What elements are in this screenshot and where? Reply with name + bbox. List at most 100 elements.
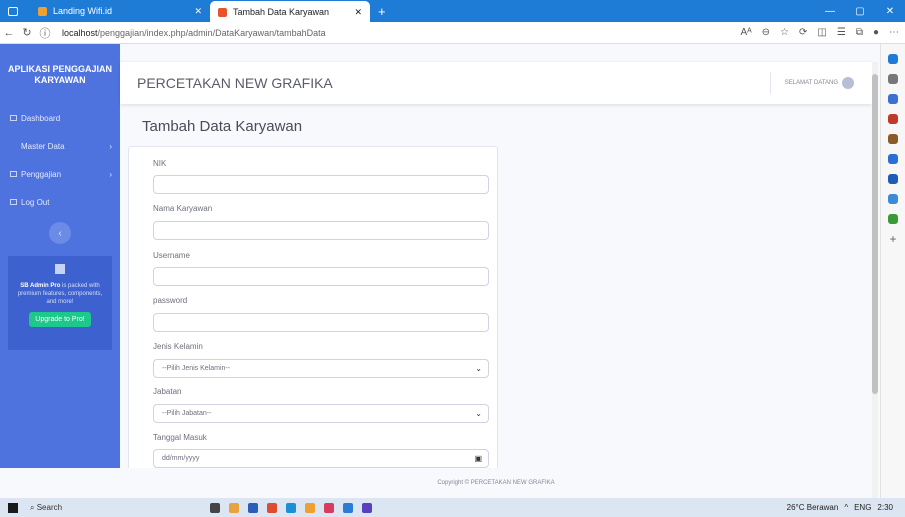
refresh-button[interactable]: ↻: [18, 26, 36, 39]
password-label: password: [153, 296, 188, 305]
sidebar-item-penggajian[interactable]: Penggajian ›: [0, 160, 120, 188]
jenis-kelamin-select[interactable]: --Pilih Jenis Kelamin-- ⌄: [153, 359, 489, 378]
app-favicon-icon: [218, 7, 227, 17]
taskbar-search[interactable]: ⌕ Search: [30, 503, 150, 513]
chrome-icon[interactable]: [267, 502, 277, 513]
app-icon[interactable]: [324, 502, 334, 513]
file-explorer-icon[interactable]: [229, 502, 239, 513]
browser-toolbar: Aᴬ ⊖ ☆ ⟳ ◫ ☰ ⧉ ● ⋯: [740, 27, 899, 38]
new-tab-button[interactable]: +: [378, 4, 386, 19]
taskbar-apps: [210, 502, 372, 513]
app2-icon[interactable]: [362, 502, 372, 513]
back-button[interactable]: ←: [0, 27, 18, 39]
edge-sidebar: +: [880, 44, 905, 498]
form-card: NIK Nama Karyawan Username password Jeni…: [128, 146, 498, 468]
main-content: Tambah Data Karyawan NIK Nama Karyawan U…: [120, 104, 872, 468]
page-title: Tambah Data Karyawan: [142, 118, 303, 135]
vscode-icon[interactable]: [343, 502, 353, 513]
url-input[interactable]: localhost/penggajian/index.php/admin/Dat…: [62, 28, 326, 38]
windows-start-icon[interactable]: [8, 502, 18, 513]
profile-icon[interactable]: ●: [873, 27, 879, 38]
system-tray: 26°C Berawan ^ ENG 2:30: [787, 503, 893, 512]
jenis-kelamin-label: Jenis Kelamin: [153, 342, 203, 351]
clock-text[interactable]: 2:30: [877, 503, 893, 512]
zoom-icon[interactable]: ⊖: [762, 27, 770, 38]
jabatan-label: Jabatan: [153, 387, 182, 396]
tab-actions-icon[interactable]: [8, 6, 18, 16]
topbar-divider: [769, 72, 771, 94]
close-tab-icon[interactable]: ✕: [194, 6, 202, 17]
tanggal-masuk-input[interactable]: dd/mm/yyyy ▣: [153, 449, 489, 468]
chevron-down-icon: ⌄: [475, 409, 482, 418]
money-icon: [10, 171, 17, 177]
tree-icon[interactable]: [888, 214, 898, 224]
split-screen-icon[interactable]: ◫: [817, 27, 826, 38]
notification-icon[interactable]: [888, 54, 898, 64]
word-icon[interactable]: [248, 502, 258, 513]
username-label: Username: [153, 251, 190, 260]
nik-input[interactable]: [153, 175, 489, 194]
tab-tambah-data[interactable]: Tambah Data Karyawan ✕: [210, 1, 370, 23]
scrollbar-thumb[interactable]: [872, 74, 878, 394]
promo-text: SB Admin Pro is packed with premium feat…: [17, 283, 103, 305]
games-icon[interactable]: [888, 134, 898, 144]
nik-label: NIK: [153, 159, 167, 168]
browser-tab-bar: Landing Wifi.id ✕ Tambah Data Karyawan ✕…: [0, 0, 905, 23]
username-input[interactable]: [153, 267, 489, 286]
office-icon[interactable]: [888, 154, 898, 164]
close-tab-icon[interactable]: ✕: [354, 7, 362, 18]
edge-icon[interactable]: [286, 502, 296, 513]
promo-image: [55, 264, 65, 274]
jabatan-select[interactable]: --Pilih Jabatan-- ⌄: [153, 404, 489, 423]
chevron-right-icon: ›: [109, 169, 112, 179]
tanggal-masuk-label: Tanggal Masuk: [153, 433, 207, 442]
page-scrollbar[interactable]: [872, 62, 878, 498]
app-title: PERCETAKAN NEW GRAFIKA: [137, 75, 333, 91]
minimize-button[interactable]: —: [815, 6, 845, 17]
add-icon[interactable]: +: [888, 233, 898, 245]
windows-taskbar: ⌕ Search 26°C Berawan ^ ENG 2:30: [0, 498, 905, 517]
upgrade-button[interactable]: Upgrade to Pro!: [29, 312, 91, 327]
drop-icon[interactable]: [888, 194, 898, 204]
favorite-star-icon[interactable]: ☆: [780, 27, 789, 38]
password-input[interactable]: [153, 313, 489, 332]
calendar-icon[interactable]: ▣: [474, 454, 482, 463]
collections-icon[interactable]: ⧉: [856, 27, 863, 38]
nama-label: Nama Karyawan: [153, 204, 213, 213]
dashboard-icon: [10, 115, 17, 121]
tray-chevron-icon[interactable]: ^: [844, 503, 848, 512]
chevron-right-icon: ›: [109, 141, 112, 151]
logout-icon: [10, 199, 17, 205]
maximize-button[interactable]: ▢: [845, 6, 875, 17]
sidebar: APLIKASI PENGGAJIAN KARYAWAN Dashboard M…: [0, 44, 120, 468]
sidebar-item-dashboard[interactable]: Dashboard: [0, 104, 120, 132]
search-icon[interactable]: [888, 74, 898, 84]
chevron-down-icon: ⌄: [475, 364, 482, 373]
tag-icon[interactable]: [888, 94, 898, 104]
welcome-text[interactable]: SELAMAT DATANG: [785, 80, 838, 86]
outlook-icon[interactable]: [888, 174, 898, 184]
read-aloud-icon[interactable]: Aᴬ: [740, 27, 751, 38]
window-controls: — ▢ ✕: [815, 6, 905, 17]
language-text[interactable]: ENG: [854, 503, 871, 512]
weather-text[interactable]: 26°C Berawan: [787, 503, 839, 512]
address-bar: ← ↻ ⓘ localhost/penggajian/index.php/adm…: [0, 22, 905, 44]
avatar[interactable]: [842, 77, 854, 89]
favorites-icon[interactable]: ☰: [837, 27, 846, 38]
task-view-icon[interactable]: [210, 502, 220, 513]
more-menu-icon[interactable]: ⋯: [889, 27, 899, 38]
nama-input[interactable]: [153, 221, 489, 240]
sidebar-item-master-data[interactable]: Master Data ›: [0, 132, 120, 160]
shopping-icon[interactable]: [888, 114, 898, 124]
footer-copyright: Copyright © PERCETAKAN NEW GRAFIKA: [437, 480, 555, 486]
promo-card: SB Admin Pro is packed with premium feat…: [8, 256, 112, 350]
sidebar-toggle-button[interactable]: ‹: [49, 222, 71, 244]
info-icon[interactable]: ⓘ: [36, 25, 54, 41]
sidebar-item-logout[interactable]: Log Out: [0, 188, 120, 216]
extensions-icon[interactable]: ⟳: [799, 27, 807, 38]
sidebar-brand[interactable]: APLIKASI PENGGAJIAN KARYAWAN: [0, 44, 120, 104]
close-window-button[interactable]: ✕: [875, 6, 905, 17]
tab-landing[interactable]: Landing Wifi.id ✕: [30, 0, 210, 22]
firefox-icon[interactable]: [305, 502, 315, 513]
wifi-favicon-icon: [38, 6, 47, 16]
